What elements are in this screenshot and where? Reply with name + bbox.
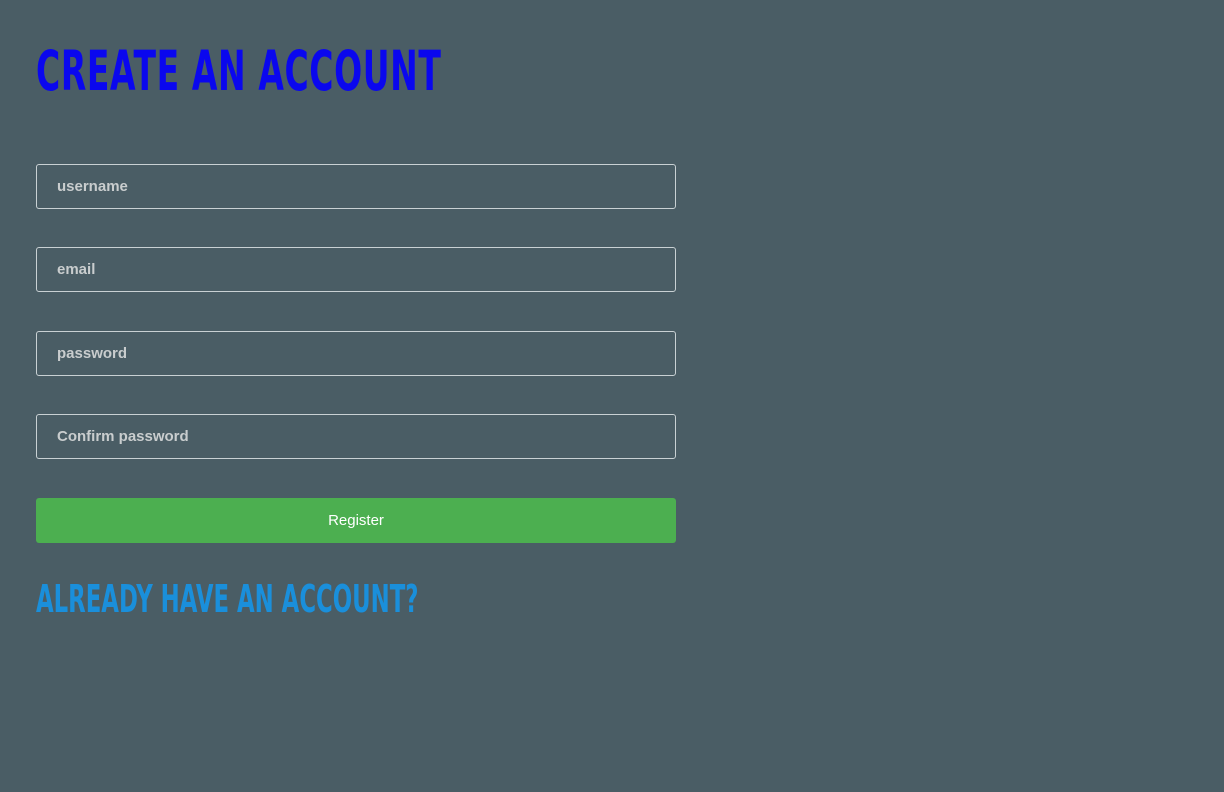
register-button[interactable]: Register (36, 498, 676, 543)
login-link[interactable]: Already have an account? (36, 576, 419, 622)
email-input[interactable] (36, 247, 676, 292)
page-title: Create an account (36, 39, 442, 103)
confirm-password-input[interactable] (36, 414, 676, 459)
password-input[interactable] (36, 331, 676, 376)
username-input[interactable] (36, 164, 676, 209)
